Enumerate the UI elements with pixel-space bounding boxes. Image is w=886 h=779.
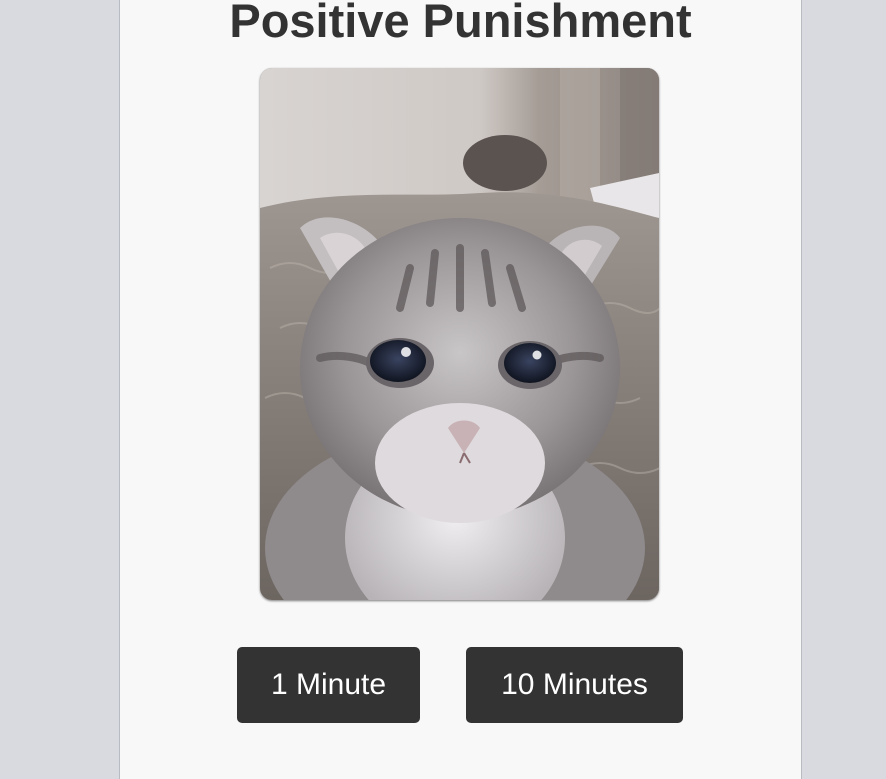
kitten-photo — [260, 68, 659, 600]
one-minute-button[interactable]: 1 Minute — [237, 647, 420, 723]
page-title: Positive Punishment — [229, 0, 692, 47]
content-panel: Positive Punishment 1 Minute 10 Minutes — [119, 0, 802, 779]
ten-minutes-button[interactable]: 10 Minutes — [466, 647, 683, 723]
